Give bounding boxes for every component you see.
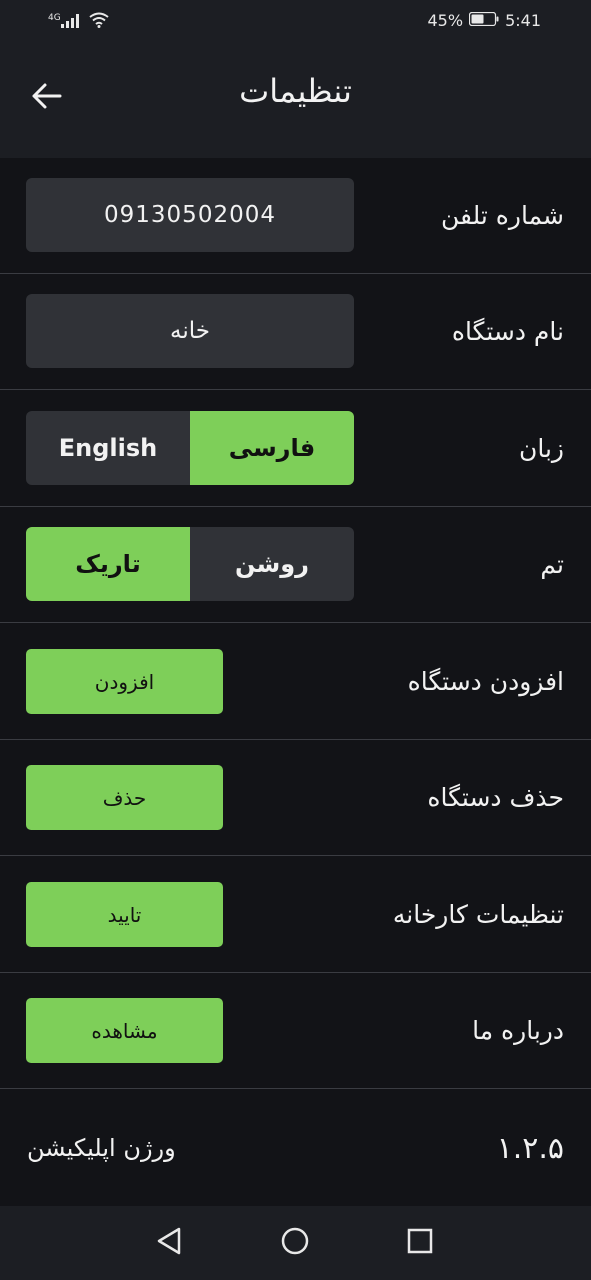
theme-row: تم تاریک روشن (0, 507, 591, 623)
recents-square-icon (406, 1227, 434, 1259)
phone-row: شماره تلفن 09130502004 (0, 158, 591, 274)
language-toggle: English فارسی (26, 411, 354, 485)
settings-screen: 4G 45% 5:41 تنظیمات شماره تلفن 091305020… (0, 0, 591, 1280)
device-name-field[interactable]: خانه (26, 294, 354, 368)
nav-back-button[interactable] (152, 1226, 186, 1260)
nav-home-button[interactable] (278, 1226, 312, 1260)
about-label: درباره ما (472, 1016, 564, 1045)
app-version-row: ورژن اپلیکیشن ۱.۲.۵ (0, 1090, 591, 1206)
add-device-button[interactable]: افزودن (26, 649, 223, 714)
battery-percent: 45% (427, 11, 464, 30)
wifi-icon (89, 12, 109, 32)
device-name-label: نام دستگاه (451, 317, 564, 346)
device-name-row: نام دستگاه خانه (0, 274, 591, 390)
signal-icon (60, 12, 83, 32)
theme-label: تم (540, 550, 564, 579)
page-title: تنظیمات (239, 72, 352, 110)
app-bar: تنظیمات (0, 44, 591, 158)
language-option-farsi[interactable]: فارسی (190, 411, 354, 485)
factory-settings-label: تنظیمات کارخانه (392, 900, 564, 929)
about-view-button[interactable]: مشاهده (26, 998, 223, 1063)
remove-device-label: حذف دستگاه (427, 783, 564, 812)
add-device-row: افزودن دستگاه افزودن (0, 624, 591, 740)
theme-toggle: تاریک روشن (26, 527, 354, 601)
factory-settings-confirm-button[interactable]: تایید (26, 882, 223, 947)
language-option-english[interactable]: English (26, 411, 190, 485)
app-version-label: ورژن اپلیکیشن (27, 1134, 176, 1162)
system-nav-bar (0, 1206, 591, 1280)
app-version-value: ۱.۲.۵ (496, 1130, 564, 1166)
clock: 5:41 (505, 11, 541, 30)
remove-device-row: حذف دستگاه حذف (0, 740, 591, 856)
theme-option-light[interactable]: روشن (190, 527, 354, 601)
home-circle-icon (280, 1226, 310, 1260)
about-row: درباره ما مشاهده (0, 973, 591, 1089)
phone-label: شماره تلفن (440, 201, 564, 230)
factory-settings-row: تنظیمات کارخانه تایید (0, 857, 591, 973)
back-triangle-icon (155, 1226, 183, 1260)
add-device-label: افزودن دستگاه (407, 667, 564, 696)
status-bar: 4G 45% 5:41 (0, 0, 591, 44)
status-left: 4G (48, 12, 109, 32)
nav-recents-button[interactable] (403, 1226, 437, 1260)
phone-field[interactable]: 09130502004 (26, 178, 354, 252)
status-right: 45% 5:41 (428, 11, 542, 30)
language-row: زبان English فارسی (0, 391, 591, 507)
theme-option-dark[interactable]: تاریک (26, 527, 190, 601)
battery-icon (468, 11, 499, 30)
network-type: 4G (48, 13, 61, 23)
remove-device-button[interactable]: حذف (26, 765, 223, 830)
language-label: زبان (518, 434, 564, 463)
